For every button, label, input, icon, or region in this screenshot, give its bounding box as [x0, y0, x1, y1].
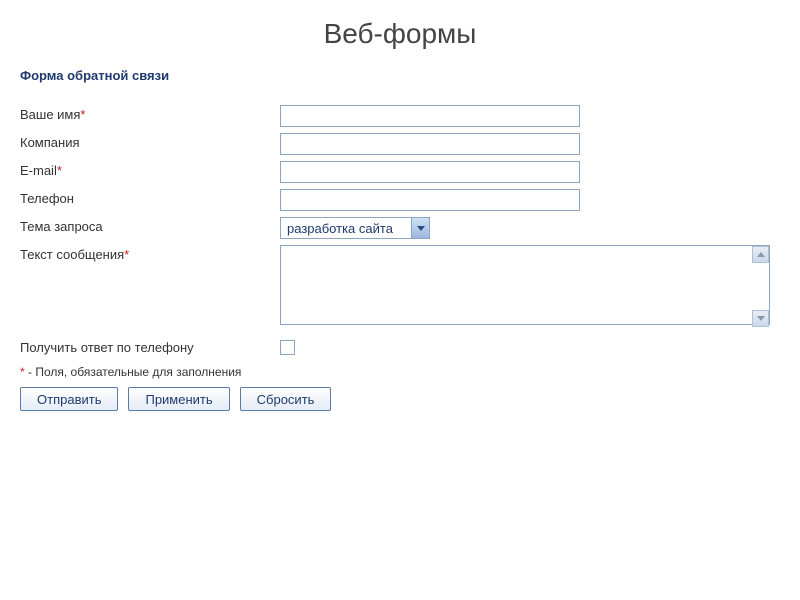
company-label: Компания	[20, 133, 280, 150]
name-label: Ваше имя*	[20, 105, 280, 122]
required-note: * - Поля, обязательные для заполнения	[20, 365, 780, 379]
message-textarea[interactable]	[280, 245, 770, 325]
submit-button[interactable]: Отправить	[20, 387, 118, 411]
note-text: - Поля, обязательные для заполнения	[25, 365, 242, 379]
message-label: Текст сообщения*	[20, 245, 280, 262]
name-input[interactable]	[280, 105, 580, 127]
email-input[interactable]	[280, 161, 580, 183]
answer-phone-checkbox[interactable]	[280, 340, 295, 355]
required-mark: *	[80, 107, 85, 122]
name-label-text: Ваше имя	[20, 107, 80, 122]
subject-select-value: разработка сайта	[281, 221, 411, 236]
answer-phone-label: Получить ответ по телефону	[20, 338, 280, 355]
reset-button[interactable]: Сбросить	[240, 387, 332, 411]
phone-label: Телефон	[20, 189, 280, 206]
field-row-email: E-mail*	[20, 161, 780, 183]
subject-label: Тема запроса	[20, 217, 280, 234]
email-label: E-mail*	[20, 161, 280, 178]
email-label-text: E-mail	[20, 163, 57, 178]
form-title: Форма обратной связи	[20, 68, 780, 83]
message-label-text: Текст сообщения	[20, 247, 124, 262]
page-title: Веб-формы	[0, 0, 800, 58]
field-row-message: Текст сообщения*	[20, 245, 780, 328]
field-row-phone: Телефон	[20, 189, 780, 211]
phone-input[interactable]	[280, 189, 580, 211]
company-input[interactable]	[280, 133, 580, 155]
required-mark: *	[124, 247, 129, 262]
scroll-down-icon[interactable]	[752, 310, 769, 327]
button-row: Отправить Применить Сбросить	[20, 387, 780, 411]
chevron-down-icon	[411, 218, 429, 238]
field-row-answer-phone: Получить ответ по телефону	[20, 338, 780, 355]
field-row-subject: Тема запроса разработка сайта	[20, 217, 780, 239]
field-row-company: Компания	[20, 133, 780, 155]
scroll-up-icon[interactable]	[752, 246, 769, 263]
feedback-form: Форма обратной связи Ваше имя* Компания …	[0, 58, 800, 411]
required-mark: *	[57, 163, 62, 178]
field-row-name: Ваше имя*	[20, 105, 780, 127]
message-textarea-wrap	[280, 245, 770, 328]
subject-select[interactable]: разработка сайта	[280, 217, 430, 239]
apply-button[interactable]: Применить	[128, 387, 229, 411]
